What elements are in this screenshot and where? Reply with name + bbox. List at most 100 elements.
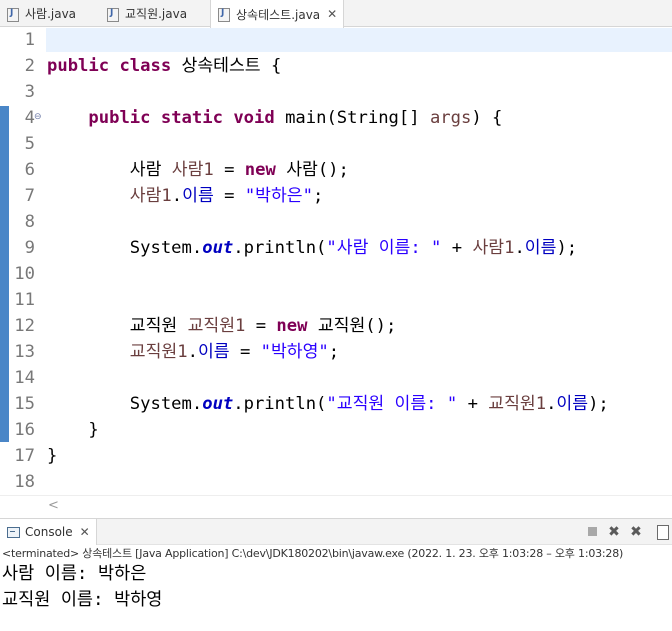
code-token: args [429,108,472,128]
code-token: public [47,56,110,76]
code-token: ); [588,394,609,414]
code-token: class [119,56,172,76]
code-line[interactable]: 14 [0,365,672,391]
close-icon[interactable]: ✕ [327,7,337,21]
code-line[interactable]: 11 [0,287,672,313]
code-token: ); [556,238,578,258]
console-options-icon[interactable] [654,524,670,540]
console-output-line: 교직원 이름: 박하영 [2,590,163,610]
code-text: System.out.println("교직원 이름: " + 교직원1.이름)… [47,391,609,417]
code-line[interactable]: 3 [0,79,672,105]
tab-console[interactable]: Console ✕ [0,519,97,545]
line-number: 7 [24,186,35,206]
code-line[interactable]: 15 System.out.println("교직원 이름: " + 교직원1.… [0,391,672,417]
code-text: System.out.println("사람 이름: " + 사람1.이름); [47,235,577,261]
code-token: .println( [233,238,327,258]
code-token: void [233,108,275,128]
code-token: } [47,446,58,466]
code-line[interactable]: 9 System.out.println("사람 이름: " + 사람1.이름)… [0,235,672,261]
code-token: . [187,342,198,362]
code-token: } [47,420,99,440]
remove-launch-icon[interactable]: ✖ [606,524,622,540]
code-token: "교직원 이름: " [326,394,458,414]
code-token: 사람(); [275,160,349,180]
console-icon [7,526,20,538]
code-token: 사람1 [129,186,172,206]
code-line[interactable]: 2 public class 상속테스트 { [0,53,672,79]
line-number: 17 [14,446,35,466]
code-token: static [160,108,223,128]
code-token: . [514,238,525,258]
console-tab-label: Console [25,525,73,539]
code-text: 교직원1.이름 = "박하영"; [47,339,339,365]
tab-staff-java[interactable]: 교직원.java [100,0,187,27]
code-token: out [202,394,234,414]
code-token: + [457,394,489,414]
code-line[interactable]: 17} [0,443,672,469]
java-file-icon [106,7,120,22]
code-line[interactable]: 12 교직원 교직원1 = new 교직원(); [0,313,672,339]
line-number: 18 [14,472,35,492]
line-number: 10 [14,264,35,284]
tab-person-java[interactable]: 사람.java [0,0,76,27]
code-token: . [171,186,183,206]
code-token: 이름 [197,342,230,362]
remove-all-terminated-icon[interactable]: ✖ [628,524,644,540]
tab-label: 교직원.java [125,7,188,21]
code-token: + [441,238,473,258]
code-editor[interactable]: 1 2 public class 상속테스트 { 3 4 ⊖ public static … [0,27,672,495]
code-line[interactable]: 7 사람1.이름 = "박하은"; [0,183,672,209]
terminate-icon[interactable] [585,524,601,540]
code-token: 교직원 [47,316,188,336]
code-line[interactable]: 4 ⊖ public static void main(String[] args… [0,105,672,131]
line-number: 3 [24,82,35,102]
code-token: 상속테스트 { [171,56,282,76]
code-line[interactable]: 8 [0,209,672,235]
code-token: ; [328,342,340,362]
code-line[interactable]: 18 [0,469,672,495]
code-token: 사람 [47,160,172,180]
code-token: 사람1 [472,238,515,258]
editor-tab-bar: 사람.java 교직원.java 상속테스트.java ✕ [0,0,672,28]
code-text: 사람1.이름 = "박하은"; [47,183,324,209]
code-line[interactable]: 6 사람 사람1 = new 사람(); [0,157,672,183]
code-token: out [202,238,234,258]
close-icon[interactable]: ✕ [80,525,90,539]
scroll-left-arrow[interactable]: < [48,498,59,513]
code-line[interactable]: 1 [0,27,672,53]
horizontal-scrollbar[interactable]: < [0,495,672,517]
code-line[interactable]: 5 [0,131,672,157]
code-text: 사람 사람1 = new 사람(); [47,157,349,183]
code-line[interactable]: 10 [0,261,672,287]
tab-label: 사람.java [25,7,77,21]
code-line[interactable]: 13 교직원1.이름 = "박하영"; [0,339,672,365]
code-token: 이름 [524,238,557,258]
line-number: 5 [24,134,35,154]
fold-toggle-icon[interactable]: ⊖ [34,112,44,122]
line-number: 11 [14,290,35,310]
line-number: 2 [24,56,35,76]
line-number: 4 [24,108,35,128]
code-line[interactable]: 16 } [0,417,672,443]
tab-inheritance-test-java[interactable]: 상속테스트.java ✕ [210,0,344,28]
code-token: = [213,160,245,180]
line-number: 9 [24,238,35,258]
code-token: 교직원1 [129,342,188,362]
line-number: 13 [14,342,35,362]
code-token: ; [312,186,324,206]
code-text: public class 상속테스트 { [47,53,281,79]
line-number: 1 [24,30,35,50]
code-token: System. [47,238,203,258]
code-token: public [88,108,151,128]
code-text: } [47,417,99,443]
code-token: 사람1 [171,160,214,180]
code-token: = [229,342,261,362]
code-text: public static void main(String[] args) { [47,105,502,131]
tab-label: 상속테스트.java [236,7,321,22]
